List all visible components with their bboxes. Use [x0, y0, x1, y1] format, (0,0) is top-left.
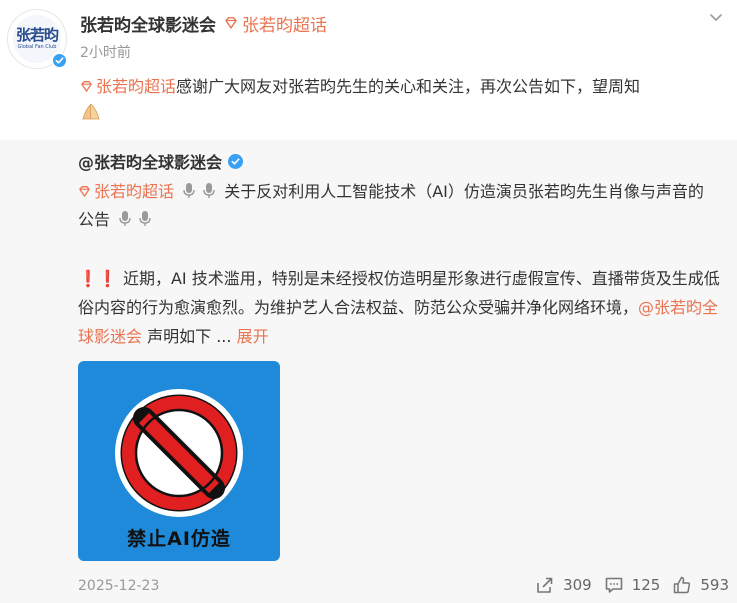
repost-date: 2025-12-23	[78, 578, 160, 594]
pray-icon	[82, 104, 100, 120]
mic-icon	[183, 183, 195, 198]
mic-icon	[139, 211, 151, 226]
repost-topic-link[interactable]: 张若昀超话	[78, 182, 174, 201]
topic-link[interactable]: 张若昀超话	[80, 77, 176, 96]
gem-icon	[79, 186, 90, 197]
post-time: 2小时前	[80, 45, 131, 61]
mic-icon	[119, 211, 131, 226]
avatar-chars: 张若昀	[15, 26, 59, 44]
author-name[interactable]: 张若昀全球影迷会	[80, 11, 216, 36]
gem-icon	[225, 17, 237, 29]
repost-author-row: @张若昀全球影迷会	[78, 148, 244, 174]
expand-link[interactable]: 展开	[237, 327, 269, 346]
repost-body-tail: 声明如下 ...	[147, 327, 232, 346]
like-count: 593	[700, 576, 729, 594]
gem-icon	[81, 81, 92, 92]
comment-icon	[605, 577, 623, 593]
repost-title: 张若昀超话 关于反对利用人工智能技术（AI）仿造演员张若昀先生肖像与声音的公告	[78, 178, 718, 234]
repost-card[interactable]: @张若昀全球影迷会 张若昀超话 关于反对利用人工智能技术（AI）仿造演员张若昀先…	[0, 140, 737, 603]
comment-button[interactable]: 125	[604, 575, 661, 595]
repost-image[interactable]: 禁止AI仿造	[78, 361, 280, 561]
comment-count: 125	[631, 576, 661, 594]
repost-count: 309	[563, 576, 592, 594]
avatar-sub: Global Fan Club	[17, 44, 57, 50]
repost-button[interactable]: 309	[535, 575, 592, 595]
repost-author[interactable]: @张若昀全球影迷会	[78, 149, 222, 173]
author-row: 张若昀全球影迷会 张若昀超话	[80, 10, 327, 36]
repost-body: ❗❗ 近期，AI 技术滥用，特别是未经授权仿造明星形象进行虚假宣传、直播带货及生…	[78, 264, 723, 351]
mic-icon	[203, 183, 215, 198]
post-text: 张若昀超话感谢广大网友对张若昀先生的关心和关注，再次公告如下，望周知	[80, 74, 720, 126]
post-header: 张若昀 Global Fan Club 张若昀全球影迷会 张若昀超话 2小时前 …	[0, 0, 737, 140]
repost-body-text: 近期，AI 技术滥用，特别是未经授权仿造明星形象进行虚假宣传、直播带货及生成低俗…	[78, 269, 720, 317]
topic-link-label: 张若昀超话	[96, 77, 177, 96]
repost-icon	[537, 577, 553, 593]
topic-label: 张若昀超话	[242, 15, 327, 36]
exclamation-icon: ❗❗	[78, 269, 118, 288]
topic-tag[interactable]: 张若昀超话	[224, 11, 327, 36]
verified-icon	[52, 53, 67, 68]
like-icon	[674, 576, 691, 594]
repost-stats: 309 125 593	[535, 572, 737, 598]
post-body-text: 感谢广大网友对张若昀先生的关心和关注，再次公告如下，望周知	[176, 77, 641, 96]
like-button[interactable]: 593	[672, 575, 729, 595]
chevron-down-icon[interactable]	[707, 8, 725, 26]
image-caption: 禁止AI仿造	[127, 528, 231, 550]
repost-topic-label: 张若昀超话	[94, 182, 175, 201]
verified-icon	[228, 153, 244, 169]
